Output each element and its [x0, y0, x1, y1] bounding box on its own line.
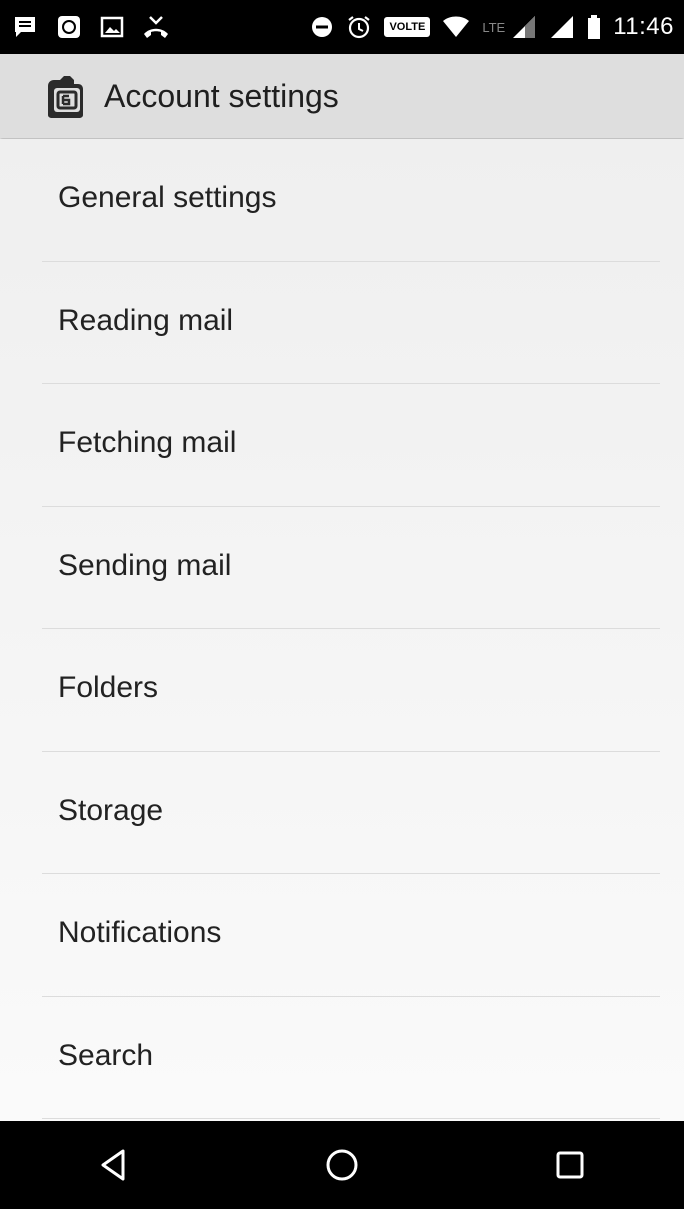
status-bar-system: VOLTE LTE 11:46: [298, 13, 674, 41]
settings-list: General settings Reading mail Fetching m…: [0, 139, 684, 1121]
missed-call-icon: [144, 16, 168, 38]
status-bar: VOLTE LTE 11:46: [0, 0, 684, 54]
setting-label: Sending mail: [58, 548, 232, 582]
setting-notifications[interactable]: Notifications: [0, 874, 684, 997]
image-icon: [100, 16, 124, 38]
setting-label: Fetching mail: [58, 426, 237, 460]
setting-label: Folders: [58, 671, 159, 705]
setting-reading-mail[interactable]: Reading mail: [0, 262, 684, 384]
status-bar-notifications: [12, 14, 188, 40]
signal-icon: [551, 16, 574, 38]
setting-fetching-mail[interactable]: Fetching mail: [0, 384, 684, 507]
recents-button[interactable]: [540, 1135, 600, 1195]
back-button[interactable]: [84, 1135, 144, 1195]
setting-label: General settings: [58, 181, 277, 215]
home-button[interactable]: [312, 1135, 372, 1195]
do-not-disturb-icon: [312, 17, 333, 37]
wifi-icon: [443, 16, 470, 37]
home-icon: [326, 1149, 358, 1181]
setting-label: Search: [58, 1038, 154, 1072]
volte-icon: VOLTE: [384, 17, 431, 37]
setting-search[interactable]: Search: [0, 997, 684, 1119]
setting-sending-mail[interactable]: Sending mail: [0, 507, 684, 629]
setting-folders[interactable]: Folders: [0, 629, 684, 752]
battery-icon: [588, 15, 601, 39]
alarm-icon: [348, 16, 371, 39]
message-icon: [15, 17, 35, 37]
app-notification-icon: [58, 16, 80, 38]
navigation-bar: [0, 1121, 684, 1209]
email-app-icon[interactable]: [42, 72, 90, 120]
clock: 11:46: [613, 13, 674, 40]
setting-storage[interactable]: Storage: [0, 752, 684, 874]
back-icon: [101, 1149, 125, 1181]
action-bar: Account settings: [0, 54, 684, 138]
signal-icon: [513, 16, 536, 38]
setting-label: Storage: [58, 793, 164, 827]
setting-label: Reading mail: [58, 303, 234, 337]
divider: [42, 1118, 660, 1119]
page-title: Account settings: [104, 77, 339, 114]
setting-general-settings[interactable]: General settings: [0, 139, 684, 262]
lte-label: LTE: [482, 19, 506, 35]
setting-label: Notifications: [58, 916, 222, 950]
recents-icon: [556, 1151, 584, 1179]
